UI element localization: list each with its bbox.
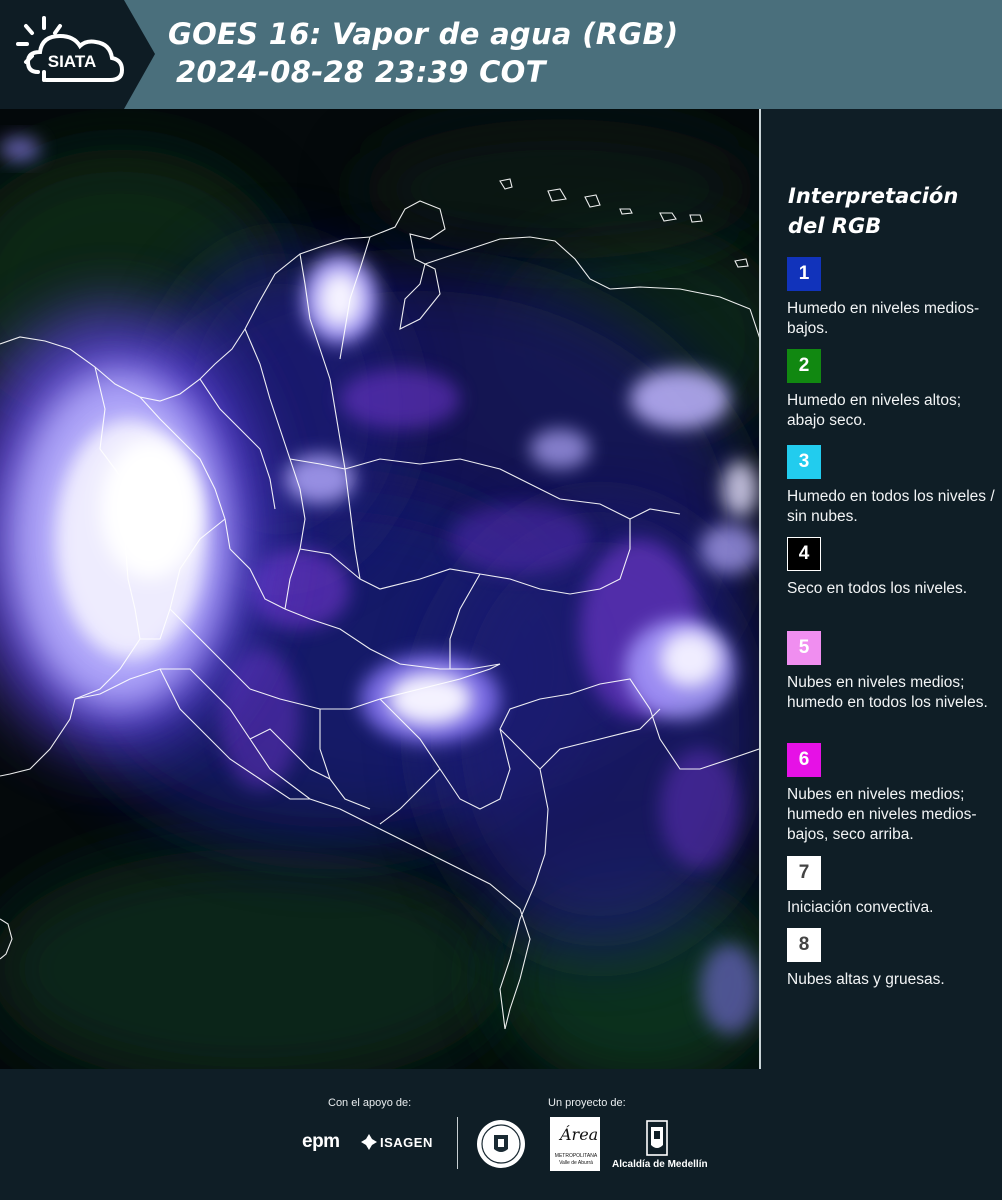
legend-title: Interpretación del RGB [788, 184, 959, 238]
legend-swatch-7: 7 [787, 856, 821, 890]
legend-item-1: 1 Humedo en niveles medios-bajos. [787, 257, 997, 339]
legend-swatch-4: 4 [787, 537, 821, 571]
area-metropolitana-subtext: METROPOLITANA Valle de Aburrá [554, 1153, 598, 1166]
legend-swatch-3: 3 [787, 445, 821, 479]
legend-item-5: 5 Nubes en niveles medios; humedo en tod… [787, 631, 997, 713]
legend-swatch-2: 2 [787, 349, 821, 383]
page-timestamp: 2024-08-28 23:39 COT [176, 55, 546, 89]
alcaldia-medellin-text: Alcaldía de Medellín [612, 1159, 708, 1170]
legend-swatch-1: 1 [787, 257, 821, 291]
legend-swatch-5: 5 [787, 631, 821, 665]
support-label: Con el apoyo de: [328, 1097, 412, 1109]
legend-item-4: 4 Seco en todos los niveles. [787, 537, 997, 599]
legend-desc-3: Humedo en todos los niveles / sin nubes. [787, 488, 995, 525]
legend-swatch-6: 6 [787, 743, 821, 777]
area-metropolitana-word: Área [560, 1125, 599, 1144]
siata-logo-text: SIATA [48, 52, 96, 71]
legend-item-2: 2 Humedo en niveles altos; abajo seco. [787, 349, 997, 431]
siata-logo-block: SIATA [0, 0, 155, 109]
header: SIATA GOES 16: Vapor de agua (RGB) 2024-… [0, 0, 1002, 109]
legend-desc-7: Iniciación convectiva. [787, 899, 934, 916]
legend-swatch-8: 8 [787, 928, 821, 962]
legend-desc-1: Humedo en niveles medios-bajos. [787, 300, 980, 337]
legend-desc-2: Humedo en niveles altos; abajo seco. [787, 392, 962, 429]
legend-item-7: 7 Iniciación convectiva. [787, 856, 997, 918]
medellin-shield-icon[interactable] [645, 1119, 669, 1157]
footer: Con el apoyo de: Un proyecto de: epm ISA… [0, 1069, 1002, 1200]
satellite-rgb-map [0, 109, 759, 1069]
page-title: GOES 16: Vapor de agua (RGB) [168, 17, 679, 51]
footer-divider [457, 1117, 458, 1169]
legend-desc-4: Seco en todos los niveles. [787, 580, 968, 597]
isagen-logo-icon [361, 1134, 377, 1150]
legend-desc-5: Nubes en niveles medios; humedo en todos… [787, 674, 988, 711]
project-label: Un proyecto de: [548, 1097, 626, 1109]
isagen-logo[interactable]: ISAGEN [380, 1135, 433, 1150]
legend-item-8: 8 Nubes altas y gruesas. [787, 928, 997, 990]
legend-item-3: 3 Humedo en todos los niveles / sin nube… [787, 445, 997, 527]
satellite-map[interactable] [0, 109, 759, 1069]
epm-logo[interactable]: epm [302, 1131, 340, 1153]
siata-logo-icon: SIATA [16, 16, 125, 82]
legend-desc-6: Nubes en niveles medios; humedo en nivel… [787, 786, 977, 843]
rgb-legend: Interpretación del RGB 1 Humedo en nivel… [761, 109, 1002, 1069]
legend-desc-8: Nubes altas y gruesas. [787, 971, 945, 988]
legend-item-6: 6 Nubes en niveles medios; humedo en niv… [787, 743, 997, 845]
university-seal-icon[interactable] [476, 1119, 526, 1169]
